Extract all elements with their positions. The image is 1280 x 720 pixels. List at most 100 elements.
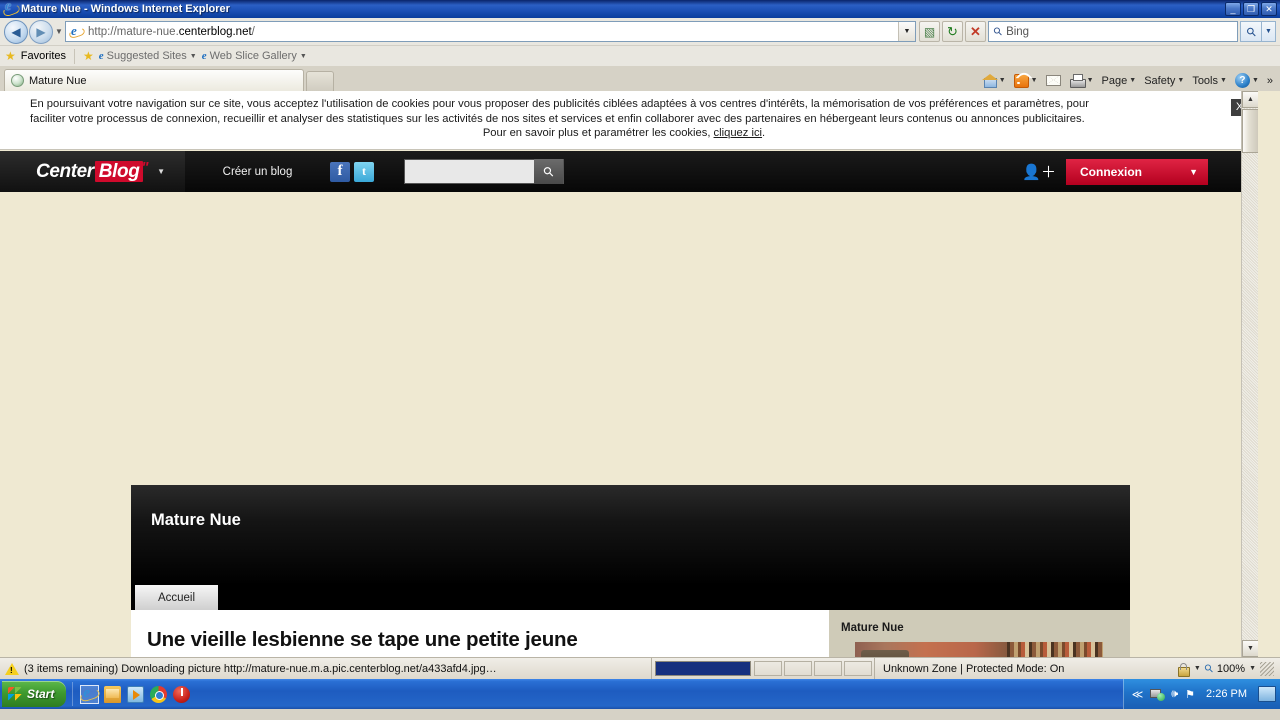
windows-taskbar: Start ≪ 🕪 ⚑ 2:26 PM: [0, 679, 1280, 709]
forward-arrow-icon: ▶: [36, 24, 46, 39]
start-button[interactable]: Start: [2, 681, 67, 707]
status-bar-right: ▼ ⚲ 100% ▼: [1175, 658, 1280, 679]
safety-menu-button[interactable]: Safety ▼: [1141, 74, 1187, 88]
search-go-icon: ⚲: [1242, 23, 1260, 40]
sidebar-title: Mature Nue: [841, 622, 904, 634]
blog-tab-bar: Accueil: [131, 585, 1130, 610]
facebook-icon[interactable]: f: [330, 161, 350, 182]
refresh-icon[interactable]: ↻: [942, 21, 963, 42]
status-cell-2: [784, 661, 812, 676]
minimize-button[interactable]: _: [1225, 2, 1241, 16]
chevron-down-icon: ▼: [1189, 166, 1198, 177]
blog-header-title: Mature Nue: [151, 511, 241, 529]
status-message: (3 items remaining) Downloading picture …: [24, 662, 497, 675]
web-slice-gallery-item[interactable]: e Web Slice Gallery ▼: [202, 50, 307, 62]
sidebar-image: [855, 642, 1103, 657]
twitter-icon[interactable]: t: [354, 161, 374, 182]
scroll-down-button[interactable]: ▼: [1242, 640, 1258, 657]
scroll-up-button[interactable]: ▲: [1242, 91, 1258, 108]
logo-blog-text: Blog: [94, 160, 144, 182]
clock[interactable]: 2:26 PM: [1202, 688, 1251, 700]
url-suffix: /: [251, 25, 255, 38]
command-bar: ▼ ▼ ▼ Page ▼ Safety ▼ Tools ▼ ? ▼ »: [979, 72, 1276, 89]
favorites-button[interactable]: Favorites: [21, 50, 66, 62]
cookie-settings-link[interactable]: cliquez ici: [714, 127, 763, 139]
action-center-flag-icon[interactable]: ⚑: [1185, 688, 1195, 701]
chevron-down-icon[interactable]: ▼: [1194, 665, 1201, 672]
maximize-button[interactable]: ❐: [1243, 2, 1259, 16]
scrollbar-thumb[interactable]: [1242, 109, 1258, 153]
cookie-banner-line3-prefix: Pour en savoir plus et paramétrer les co…: [482, 127, 714, 139]
volume-icon[interactable]: 🕪: [1171, 688, 1178, 701]
tray-expand-icon[interactable]: ≪: [1132, 688, 1144, 701]
address-bar-dropdown-icon[interactable]: ▼: [898, 22, 915, 41]
zoom-icon: ⚲: [1202, 661, 1217, 676]
tab-favicon-icon: [11, 74, 24, 87]
add-to-favorites-icon[interactable]: ★: [83, 49, 94, 63]
system-tray: ≪ 🕪 ⚑ 2:26 PM: [1122, 679, 1280, 709]
search-provider-dropdown-icon[interactable]: ▼: [1262, 21, 1276, 42]
forward-button[interactable]: ▶: [29, 19, 53, 44]
taskbar-media-player-icon[interactable]: [127, 685, 145, 703]
command-bar-overflow[interactable]: »: [1264, 74, 1276, 88]
read-mail-button[interactable]: [1043, 74, 1064, 87]
mail-icon: [1045, 75, 1061, 86]
chevron-down-icon: ▼: [1086, 77, 1094, 84]
new-tab-button[interactable]: [306, 71, 334, 91]
compatibility-view-icon[interactable]: ▧: [919, 21, 940, 42]
sidebar-image-lamp: [861, 650, 909, 657]
vertical-scrollbar[interactable]: ▲ ▼: [1241, 91, 1258, 657]
taskbar-chrome-icon[interactable]: [150, 685, 168, 703]
window-controls: _ ❐ ✕: [1225, 2, 1277, 16]
close-button[interactable]: ✕: [1261, 2, 1277, 16]
favorites-divider: [74, 48, 76, 64]
suggested-sites-icon: e: [98, 50, 104, 62]
home-button[interactable]: ▼: [979, 73, 1009, 88]
address-bar[interactable]: http://mature-nue.centerblog.net/ ▼: [65, 21, 916, 42]
stop-icon[interactable]: ✕: [965, 21, 986, 42]
favorites-bar: ★ Favorites ★ e Suggested Sites ▼ e Web …: [0, 46, 1280, 67]
tab-mature-nue[interactable]: Mature Nue: [4, 69, 304, 91]
search-icon: ⚲: [991, 24, 1006, 39]
search-go-button[interactable]: ⚲: [1240, 21, 1262, 42]
taskbar-power-icon[interactable]: [173, 685, 191, 703]
chevron-down-icon: ▼: [1220, 77, 1227, 84]
cookie-banner-line1: En poursuivant votre navigation sur ce s…: [30, 98, 1089, 110]
suggested-sites-label: Suggested Sites: [106, 50, 187, 62]
centerblog-search-box[interactable]: ⚲: [404, 159, 564, 184]
create-blog-button[interactable]: Créer un blog: [185, 166, 330, 178]
search-input[interactable]: ⚲ Bing: [988, 21, 1238, 42]
chevron-down-icon: ▼: [1251, 77, 1259, 84]
centerblog-search-input[interactable]: [405, 161, 534, 182]
chevron-down-icon[interactable]: ▼: [157, 167, 165, 176]
network-icon[interactable]: [1150, 688, 1166, 701]
page-content: En poursuivant votre navigation sur ce s…: [0, 91, 1258, 657]
tools-menu-button[interactable]: Tools ▼: [1189, 74, 1230, 88]
show-desktop-button[interactable]: [1258, 686, 1276, 702]
centerblog-logo-area[interactable]: Center Blog " ▼: [0, 151, 185, 192]
connexion-button[interactable]: Connexion ▼: [1066, 158, 1208, 185]
history-dropdown-caret-icon[interactable]: ▼: [53, 27, 65, 36]
feeds-button[interactable]: ▼: [1011, 73, 1041, 89]
resize-grip[interactable]: [1260, 661, 1274, 676]
print-button[interactable]: ▼: [1066, 73, 1097, 88]
back-arrow-icon: ◀: [11, 24, 21, 39]
back-button[interactable]: ◀: [4, 19, 28, 44]
taskbar-internet-explorer-icon[interactable]: [80, 684, 100, 704]
zoom-level[interactable]: 100%: [1217, 663, 1245, 675]
add-user-icon[interactable]: 👤＋: [1022, 161, 1056, 182]
download-progress-bar: [655, 661, 751, 676]
taskbar-folder-icon[interactable]: [104, 685, 122, 703]
centerblog-search-button[interactable]: ⚲: [534, 159, 563, 184]
suggested-sites-item[interactable]: e Suggested Sites ▼: [99, 50, 197, 62]
zoom-dropdown-caret-icon[interactable]: ▼: [1249, 665, 1256, 672]
tools-menu-label: Tools: [1192, 74, 1218, 87]
window-title-bar[interactable]: Mature Nue - Windows Internet Explorer _…: [0, 0, 1280, 18]
blog-sidebar: Mature Nue: [829, 610, 1130, 657]
window-title: Mature Nue - Windows Internet Explorer: [21, 3, 230, 15]
page-menu-button[interactable]: Page ▼: [1099, 74, 1140, 88]
help-button[interactable]: ? ▼: [1232, 72, 1262, 89]
blog-tab-accueil[interactable]: Accueil: [135, 585, 218, 610]
security-zone-area[interactable]: Unknown Zone | Protected Mode: On: [874, 658, 1175, 679]
logo-quote-mark: ": [141, 158, 149, 176]
